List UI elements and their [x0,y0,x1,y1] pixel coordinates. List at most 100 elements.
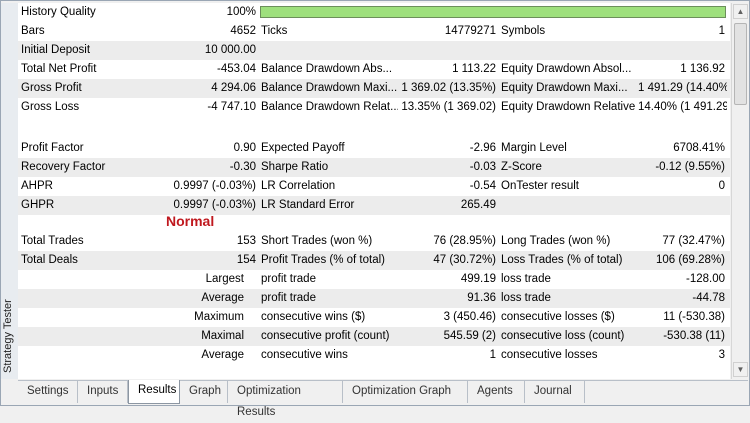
metric-value: 77 (32.47%) [662,235,725,247]
metric-label: Total Net Profit [21,63,97,75]
metric-label: consecutive profit (count) [261,330,390,342]
metric-label: Z-Score [501,161,542,173]
metric-label: Bars [21,25,45,37]
metric-label: Total Trades [21,235,84,247]
row-qualifier: Maximum [194,311,244,323]
metric-value: 499.19 [460,273,496,285]
metric-value: 76 (28.95%) [433,235,496,247]
metric-value: -128.00 [685,273,725,285]
metric-label: consecutive wins ($) [261,311,366,323]
report-row: Bars 4652 Ticks 14779271 Symbols 1 [18,22,730,41]
results-report: History Quality 100% Bars 4652 Ticks 147792… [18,3,730,379]
metric-label: consecutive wins [261,349,348,361]
report-row: AHPR 0.9997 (-0.03%) LR Correlation -0.54 On… [18,177,730,196]
metric-label: Margin Level [501,142,567,154]
scrollbar-thumb[interactable] [734,23,747,105]
vertical-scrollbar[interactable]: ▲ ▼ [731,3,749,379]
metric-value: 14.40% (1 491.29) [638,101,727,113]
metric-value: 13.35% (1 369.02) [401,101,496,113]
metric-value: 0.90 [233,142,256,154]
metric-value: 545.59 (2) [443,330,496,342]
report-row: Total Net Profit -453.04 Balance Drawdown … [18,60,730,79]
metric-label: consecutive losses [501,349,598,361]
metric-label: consecutive loss (count) [501,330,625,342]
scroll-up-icon[interactable]: ▲ [733,4,748,19]
tab-bar: Settings Inputs Results Graph Optimization R… [18,380,748,418]
metric-value: 1 113.22 [452,63,496,75]
metric-label: Sharpe Ratio [261,161,329,173]
metric-value: 0.9997 (-0.03%) [173,180,256,192]
report-row: Profit Factor 0.90 Expected Payoff -2.96 Mar… [18,139,730,158]
metric-label: Expected Payoff [261,142,345,154]
report-row: Maximal consecutive profit (count) 545.59 … [18,327,730,346]
row-qualifier: Average [201,292,244,304]
metric-value [398,41,498,60]
metric-value: 14779271 [444,25,496,37]
metric-label: Gross Profit [21,82,82,94]
metric-value: 0 [718,180,725,192]
metric-label: Profit Trades (% of total) [261,254,385,266]
metric-value: -0.03 [469,161,496,173]
metric-value: 10 000.00 [204,44,256,56]
metric-label: Balance Drawdown Maxi... [261,82,398,94]
metric-label: Balance Drawdown Relat... [261,101,398,113]
side-title: Strategy Tester [1,299,14,373]
tab-results[interactable]: Results [128,380,180,404]
row-qualifier: Largest [205,273,244,285]
metric-value: 11 (-530.38) [663,311,725,323]
metric-value: -44.78 [692,292,725,304]
metric-value: 3 [718,349,725,361]
tab-optimization-graph[interactable]: Optimization Graph [343,381,468,403]
metric-label: Profit Factor [21,142,84,154]
strategy-tester-window: Strategy Tester History Quality 100% Bar… [0,0,750,418]
metric-label: Short Trades (won %) [261,235,373,247]
metric-label: Equity Drawdown Absol... [501,63,632,75]
metric-value: 154 [236,254,256,266]
metric-value: 1 [489,349,496,361]
metric-value: 91.36 [467,292,496,304]
report-row: Maximum consecutive wins ($) 3 (450.46) con… [18,308,730,327]
metric-label: consecutive losses ($) [501,311,615,323]
tab-journal[interactable]: Journal [525,381,585,403]
metric-value: -0.54 [469,180,496,192]
metric-label: OnTester result [501,180,579,192]
metric-value: -0.30 [229,161,256,173]
history-quality-label: History Quality [21,6,96,18]
report-row: Total Trades 153 Short Trades (won %) 76 (2… [18,232,730,251]
report-row: Average profit trade 91.36 loss trade -44.78 [18,289,730,308]
metric-value: 1 [718,25,725,37]
metric-value: -0.12 (9.55%) [655,161,725,173]
metric-label: Loss Trades (% of total) [501,254,623,266]
metric-label: Symbols [501,25,546,37]
report-row: Total Deals 154 Profit Trades (% of total)… [18,251,730,270]
report-row: Initial Deposit 10 000.00 [18,41,730,60]
metric-value [638,41,727,60]
metric-label: profit trade [261,273,316,285]
model-row: Normal [18,212,730,231]
metric-value: 106 (69.28%) [655,254,725,266]
tab-optimization-results[interactable]: Optimization Results [228,381,343,418]
metric-label: AHPR [21,180,53,192]
scroll-down-icon[interactable]: ▼ [733,362,748,377]
history-quality-value: 100% [226,6,256,18]
report-row: Gross Loss -4 747.10 Balance Drawdown Rela… [18,98,730,117]
tab-settings[interactable]: Settings [18,381,78,403]
metric-label: loss trade [501,292,551,304]
tab-agents[interactable]: Agents [468,381,525,403]
report-row: Largest profit trade 499.19 loss trade -128.… [18,270,730,289]
history-quality-bar [260,6,726,18]
tab-graph[interactable]: Graph [180,381,228,403]
metric-label: Long Trades (won %) [501,235,611,247]
tab-inputs[interactable]: Inputs [78,381,128,403]
metric-label: LR Correlation [261,180,336,192]
report-row: Average consecutive wins 1 consecutive loss… [18,346,730,365]
report-row: Recovery Factor -0.30 Sharpe Ratio -0.03 Z-S… [18,158,730,177]
metric-label [498,41,638,60]
side-title-bar: Strategy Tester [1,3,19,379]
row-qualifier: Maximal [201,330,244,342]
history-quality-row: History Quality 100% [18,3,730,22]
metric-value: 4 294.06 [211,82,256,94]
row-qualifier: Average [201,349,244,361]
metric-label: Ticks [261,25,288,37]
metric-value: 3 (450.46) [443,311,496,323]
